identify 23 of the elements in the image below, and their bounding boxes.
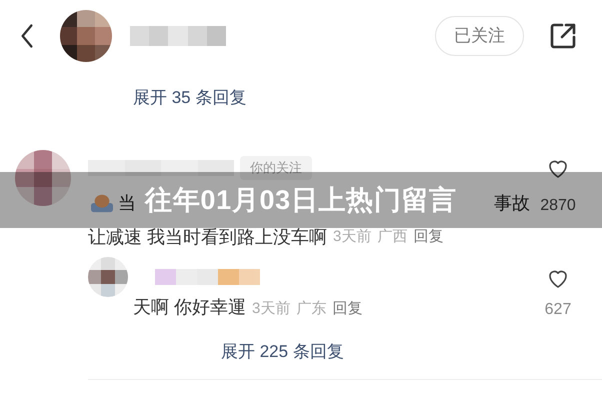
banner-title: 往年01月03日上热门留言 [145, 186, 457, 214]
comment-text: 当 [118, 192, 136, 214]
follow-button[interactable]: 已关注 [435, 16, 524, 56]
comment-text: 让减速 我当时看到路上没车啊 [88, 226, 328, 248]
comment-text: 事故 [494, 192, 530, 214]
comment-meta: 广东 [296, 299, 326, 319]
expand-replies-link[interactable]: 展开 35 条回复 [133, 85, 246, 111]
like-count: 2870 [540, 196, 576, 216]
comment-meta: 3天前 [252, 299, 290, 319]
back-icon[interactable] [20, 23, 34, 49]
reply-button[interactable]: 回复 [332, 298, 362, 320]
expand-replies-link[interactable]: 展开 225 条回复 [221, 338, 344, 364]
share-icon[interactable] [548, 21, 578, 51]
avatar[interactable] [88, 257, 128, 297]
sticker-icon [88, 192, 116, 214]
comment-meta: 广西 [377, 226, 408, 247]
avatar[interactable] [60, 10, 112, 62]
reply-button[interactable]: 回复 [413, 226, 444, 248]
follow-badge: 你的关注 [240, 156, 312, 180]
comment-text: 天啊 你好幸運 [133, 296, 246, 319]
comment-meta: 3天前 [333, 226, 372, 247]
like-count: 627 [544, 300, 572, 320]
avatar[interactable] [15, 150, 71, 206]
